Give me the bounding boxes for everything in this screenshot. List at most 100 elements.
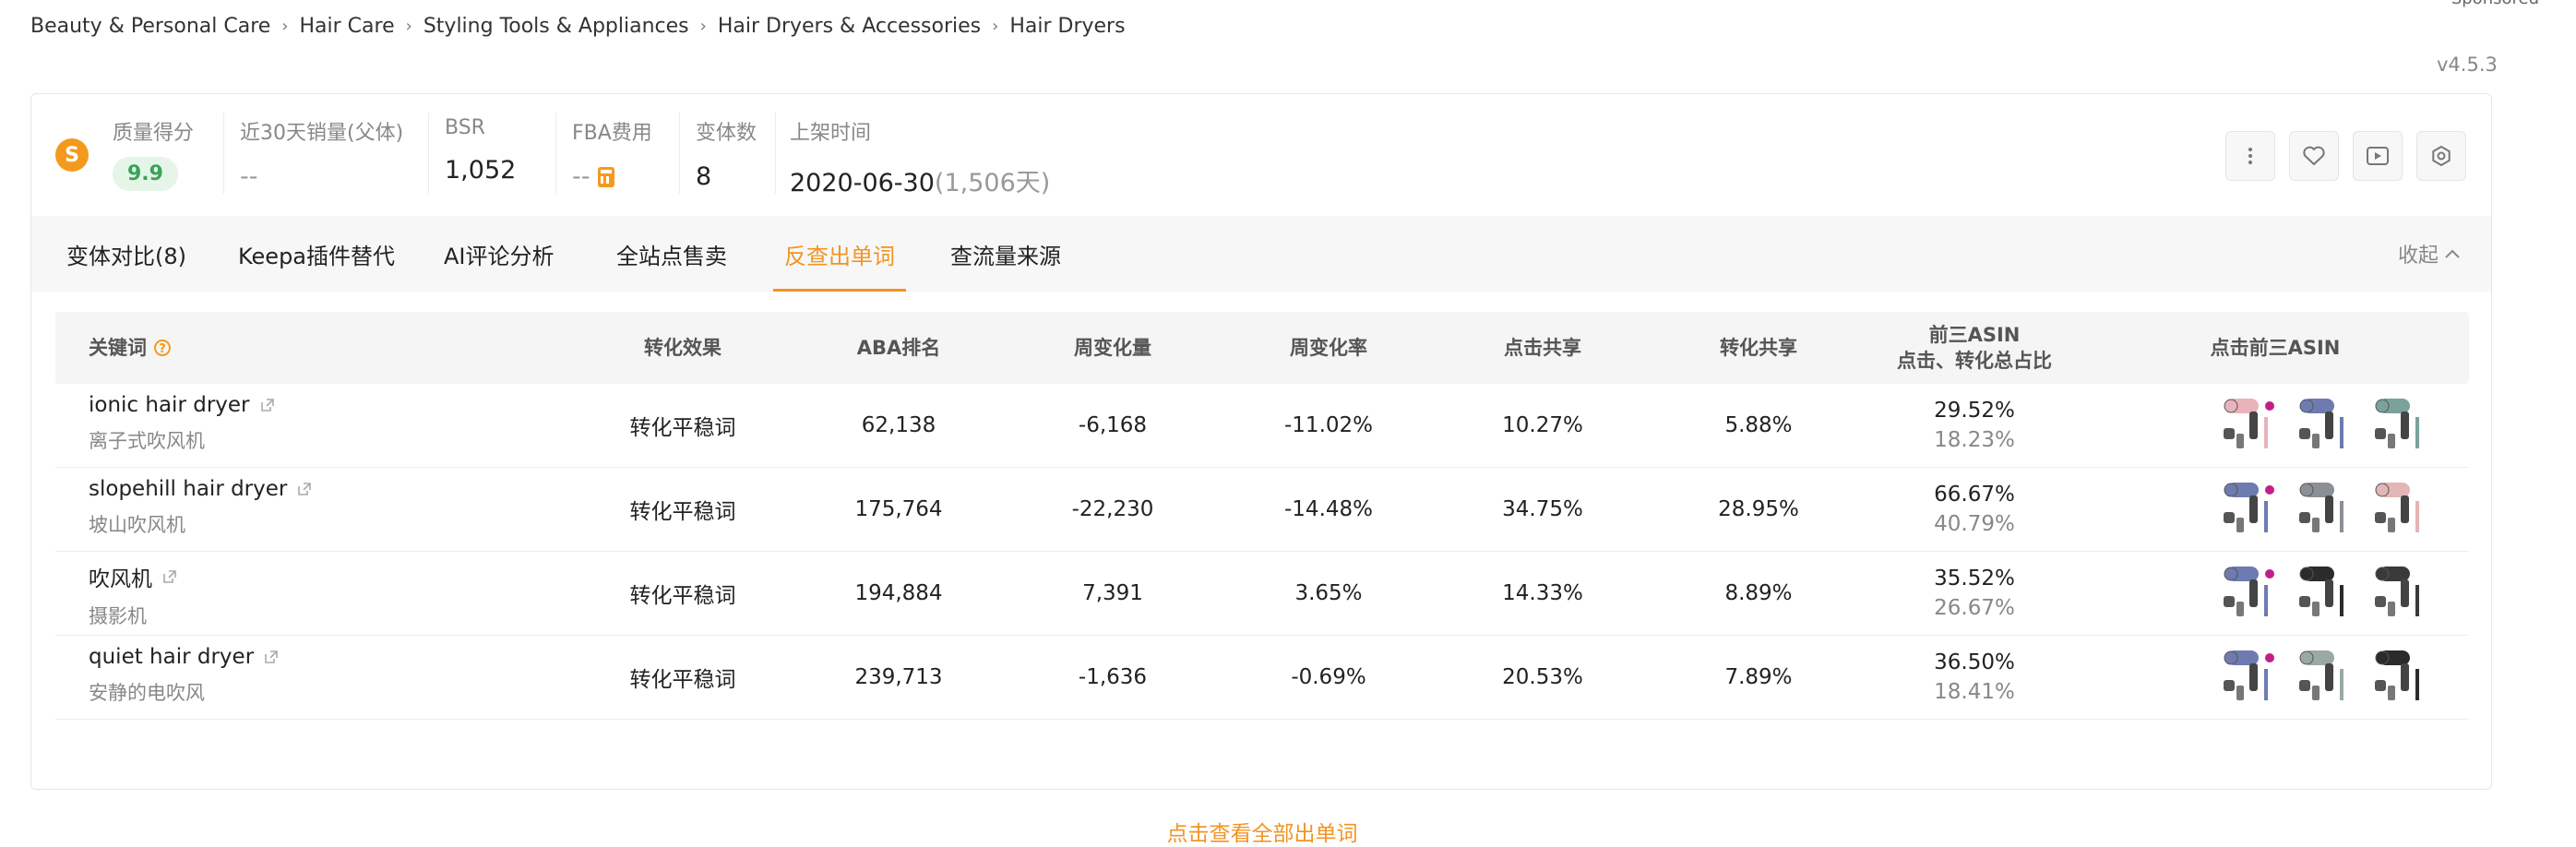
breadcrumb-item[interactable]: Hair Dryers & Accessories (718, 15, 981, 38)
keyword[interactable]: ionic hair dryer (89, 393, 276, 417)
product-thumbnail[interactable] (2294, 475, 2358, 540)
listed-days: (1,506天) (934, 169, 1051, 197)
metric-value: 1,052 (445, 156, 517, 185)
top3-conv-ratio: 18.23% (1934, 428, 2015, 452)
chevron-up-icon (2445, 249, 2460, 258)
keyword-cell: 吹风机 摄影机 (89, 561, 178, 629)
effect-cell: 转化平稳词 (629, 668, 736, 692)
tab-variant-compare[interactable]: 变体对比(8) (66, 216, 186, 292)
divider (428, 113, 429, 194)
top3-click-ratio: 66.67% (1934, 483, 2015, 507)
collapse-button[interactable]: 收起 (2398, 216, 2461, 292)
divider (223, 113, 224, 194)
version-label: v4.5.3 (2437, 54, 2498, 76)
external-link-icon[interactable] (161, 568, 178, 585)
conv-share-cell: 7.89% (1724, 665, 1793, 689)
product-thumbnail[interactable] (2218, 391, 2283, 456)
metric-value: -- (572, 162, 652, 191)
product-thumbnail[interactable] (2369, 475, 2434, 540)
top3-ratio-cell: 66.67% 40.79% (1882, 468, 2067, 551)
top3-click-ratio: 35.52% (1934, 567, 2015, 591)
tab-ai-review[interactable]: AI评论分析 (444, 216, 555, 292)
product-thumbnail[interactable] (2218, 475, 2283, 540)
weekly-change-cell: -6,168 (1078, 413, 1148, 437)
weekly-rate-cell: -0.69% (1291, 665, 1366, 689)
metric-sales30: 近30天销量(父体) -- (240, 116, 403, 191)
col-top3-ratio: 前三ASIN 点击、转化总占比 (1873, 312, 2076, 384)
col-weekly-rate: 周变化率 (1290, 337, 1367, 359)
top3-asin-thumbnails (2218, 643, 2434, 711)
weekly-rate-cell: 3.65% (1294, 581, 1363, 605)
metric-label: FBA费用 (572, 122, 652, 145)
favorite-button[interactable] (2289, 131, 2339, 181)
top3-conv-ratio: 18.41% (1934, 680, 2015, 704)
metric-label: 上架时间 (790, 122, 872, 145)
click-share-cell: 34.75% (1502, 497, 1583, 521)
keyword-translation: 摄影机 (89, 605, 147, 627)
calculator-icon[interactable] (597, 167, 614, 187)
effect-cell: 转化平稳词 (629, 416, 736, 440)
heart-icon (2303, 146, 2325, 165)
top3-conv-ratio: 40.79% (1934, 512, 2015, 536)
table-row: slopehill hair dryer 坡山吹风机 转化平稳词 175,764… (55, 468, 2469, 552)
metric-label: BSR (445, 116, 485, 139)
keyword[interactable]: quiet hair dryer (89, 645, 280, 669)
more-options-button[interactable] (2225, 131, 2275, 181)
weekly-rate-cell: -11.02% (1284, 413, 1373, 437)
keyword-text[interactable]: 吹风机 (89, 561, 152, 592)
product-thumbnail[interactable] (2369, 559, 2434, 624)
top3-asin-thumbnails (2218, 391, 2434, 459)
tab-all-sites[interactable]: 全站点售卖 (616, 216, 727, 292)
external-link-icon[interactable] (296, 481, 313, 497)
aba-cell: 194,884 (854, 581, 943, 605)
divider (679, 113, 680, 194)
product-thumbnail[interactable] (2218, 559, 2283, 624)
external-link-icon[interactable] (259, 397, 276, 413)
top3-asin-thumbnails (2218, 475, 2434, 543)
weekly-change-cell: -22,230 (1071, 497, 1154, 521)
external-link-icon[interactable] (263, 649, 280, 665)
tab-reverse-keywords[interactable]: 反查出单词 (773, 216, 906, 292)
help-icon[interactable]: ? (154, 340, 171, 356)
collapse-label: 收起 (2397, 245, 2439, 268)
breadcrumb-item[interactable]: Hair Care (300, 15, 395, 38)
keyword-table: 关键词 ? 转化效果 ABA排名 周变化量 周变化率 点击共享 转化共享 前三A… (55, 312, 2469, 846)
conv-share-cell: 8.89% (1724, 581, 1793, 605)
metric-label: 变体数 (696, 122, 757, 145)
play-video-icon (2367, 147, 2389, 165)
keyword-text[interactable]: slopehill hair dryer (89, 477, 287, 501)
video-button[interactable] (2353, 131, 2403, 181)
tab-traffic-source[interactable]: 查流量来源 (950, 216, 1061, 292)
product-thumbnail[interactable] (2294, 643, 2358, 708)
keyword-text[interactable]: quiet hair dryer (89, 645, 254, 669)
settings-button[interactable] (2416, 131, 2466, 181)
keyword[interactable]: 吹风机 (89, 561, 178, 592)
product-thumbnail[interactable] (2294, 559, 2358, 624)
keyword-translation: 离子式吹风机 (89, 430, 205, 452)
tab-keepa[interactable]: Keepa插件替代 (238, 216, 395, 292)
view-all-keywords-link[interactable]: 点击查看全部出单词 (55, 816, 2469, 847)
col-conv-share: 转化共享 (1720, 337, 1797, 359)
breadcrumb: Beauty & Personal Care › Hair Care › Sty… (30, 15, 1126, 38)
keyword[interactable]: slopehill hair dryer (89, 477, 313, 501)
fba-value: -- (572, 162, 590, 191)
breadcrumb-item[interactable]: Hair Dryers (1009, 15, 1125, 38)
metric-value: 2020-06-30(1,506天) (790, 162, 1050, 198)
tabs-bar: 变体对比(8) Keepa插件替代 AI评论分析 全站点售卖 反查出单词 查流量… (31, 216, 2491, 292)
col-click-share: 点击共享 (1504, 337, 1581, 359)
product-thumbnail[interactable] (2369, 643, 2434, 708)
keyword-text[interactable]: ionic hair dryer (89, 393, 250, 417)
breadcrumb-item[interactable]: Beauty & Personal Care (30, 15, 270, 38)
keyword-translation: 坡山吹风机 (89, 514, 185, 536)
product-thumbnail[interactable] (2294, 391, 2358, 456)
conv-share-cell: 5.88% (1724, 413, 1793, 437)
metric-label: 近30天销量(父体) (240, 122, 404, 145)
metric-label: 质量得分 (113, 122, 195, 145)
product-thumbnail[interactable] (2369, 391, 2434, 456)
breadcrumb-item[interactable]: Styling Tools & Appliances (423, 15, 689, 38)
product-thumbnail[interactable] (2218, 643, 2283, 708)
keyword-cell: slopehill hair dryer 坡山吹风机 (89, 477, 313, 538)
table-row: quiet hair dryer 安静的电吹风 转化平稳词 239,713 -1… (55, 636, 2469, 720)
table-row: 吹风机 摄影机 转化平稳词 194,884 7,391 3.65% 14.33%… (55, 552, 2469, 636)
keyword-translation: 安静的电吹风 (89, 682, 205, 704)
